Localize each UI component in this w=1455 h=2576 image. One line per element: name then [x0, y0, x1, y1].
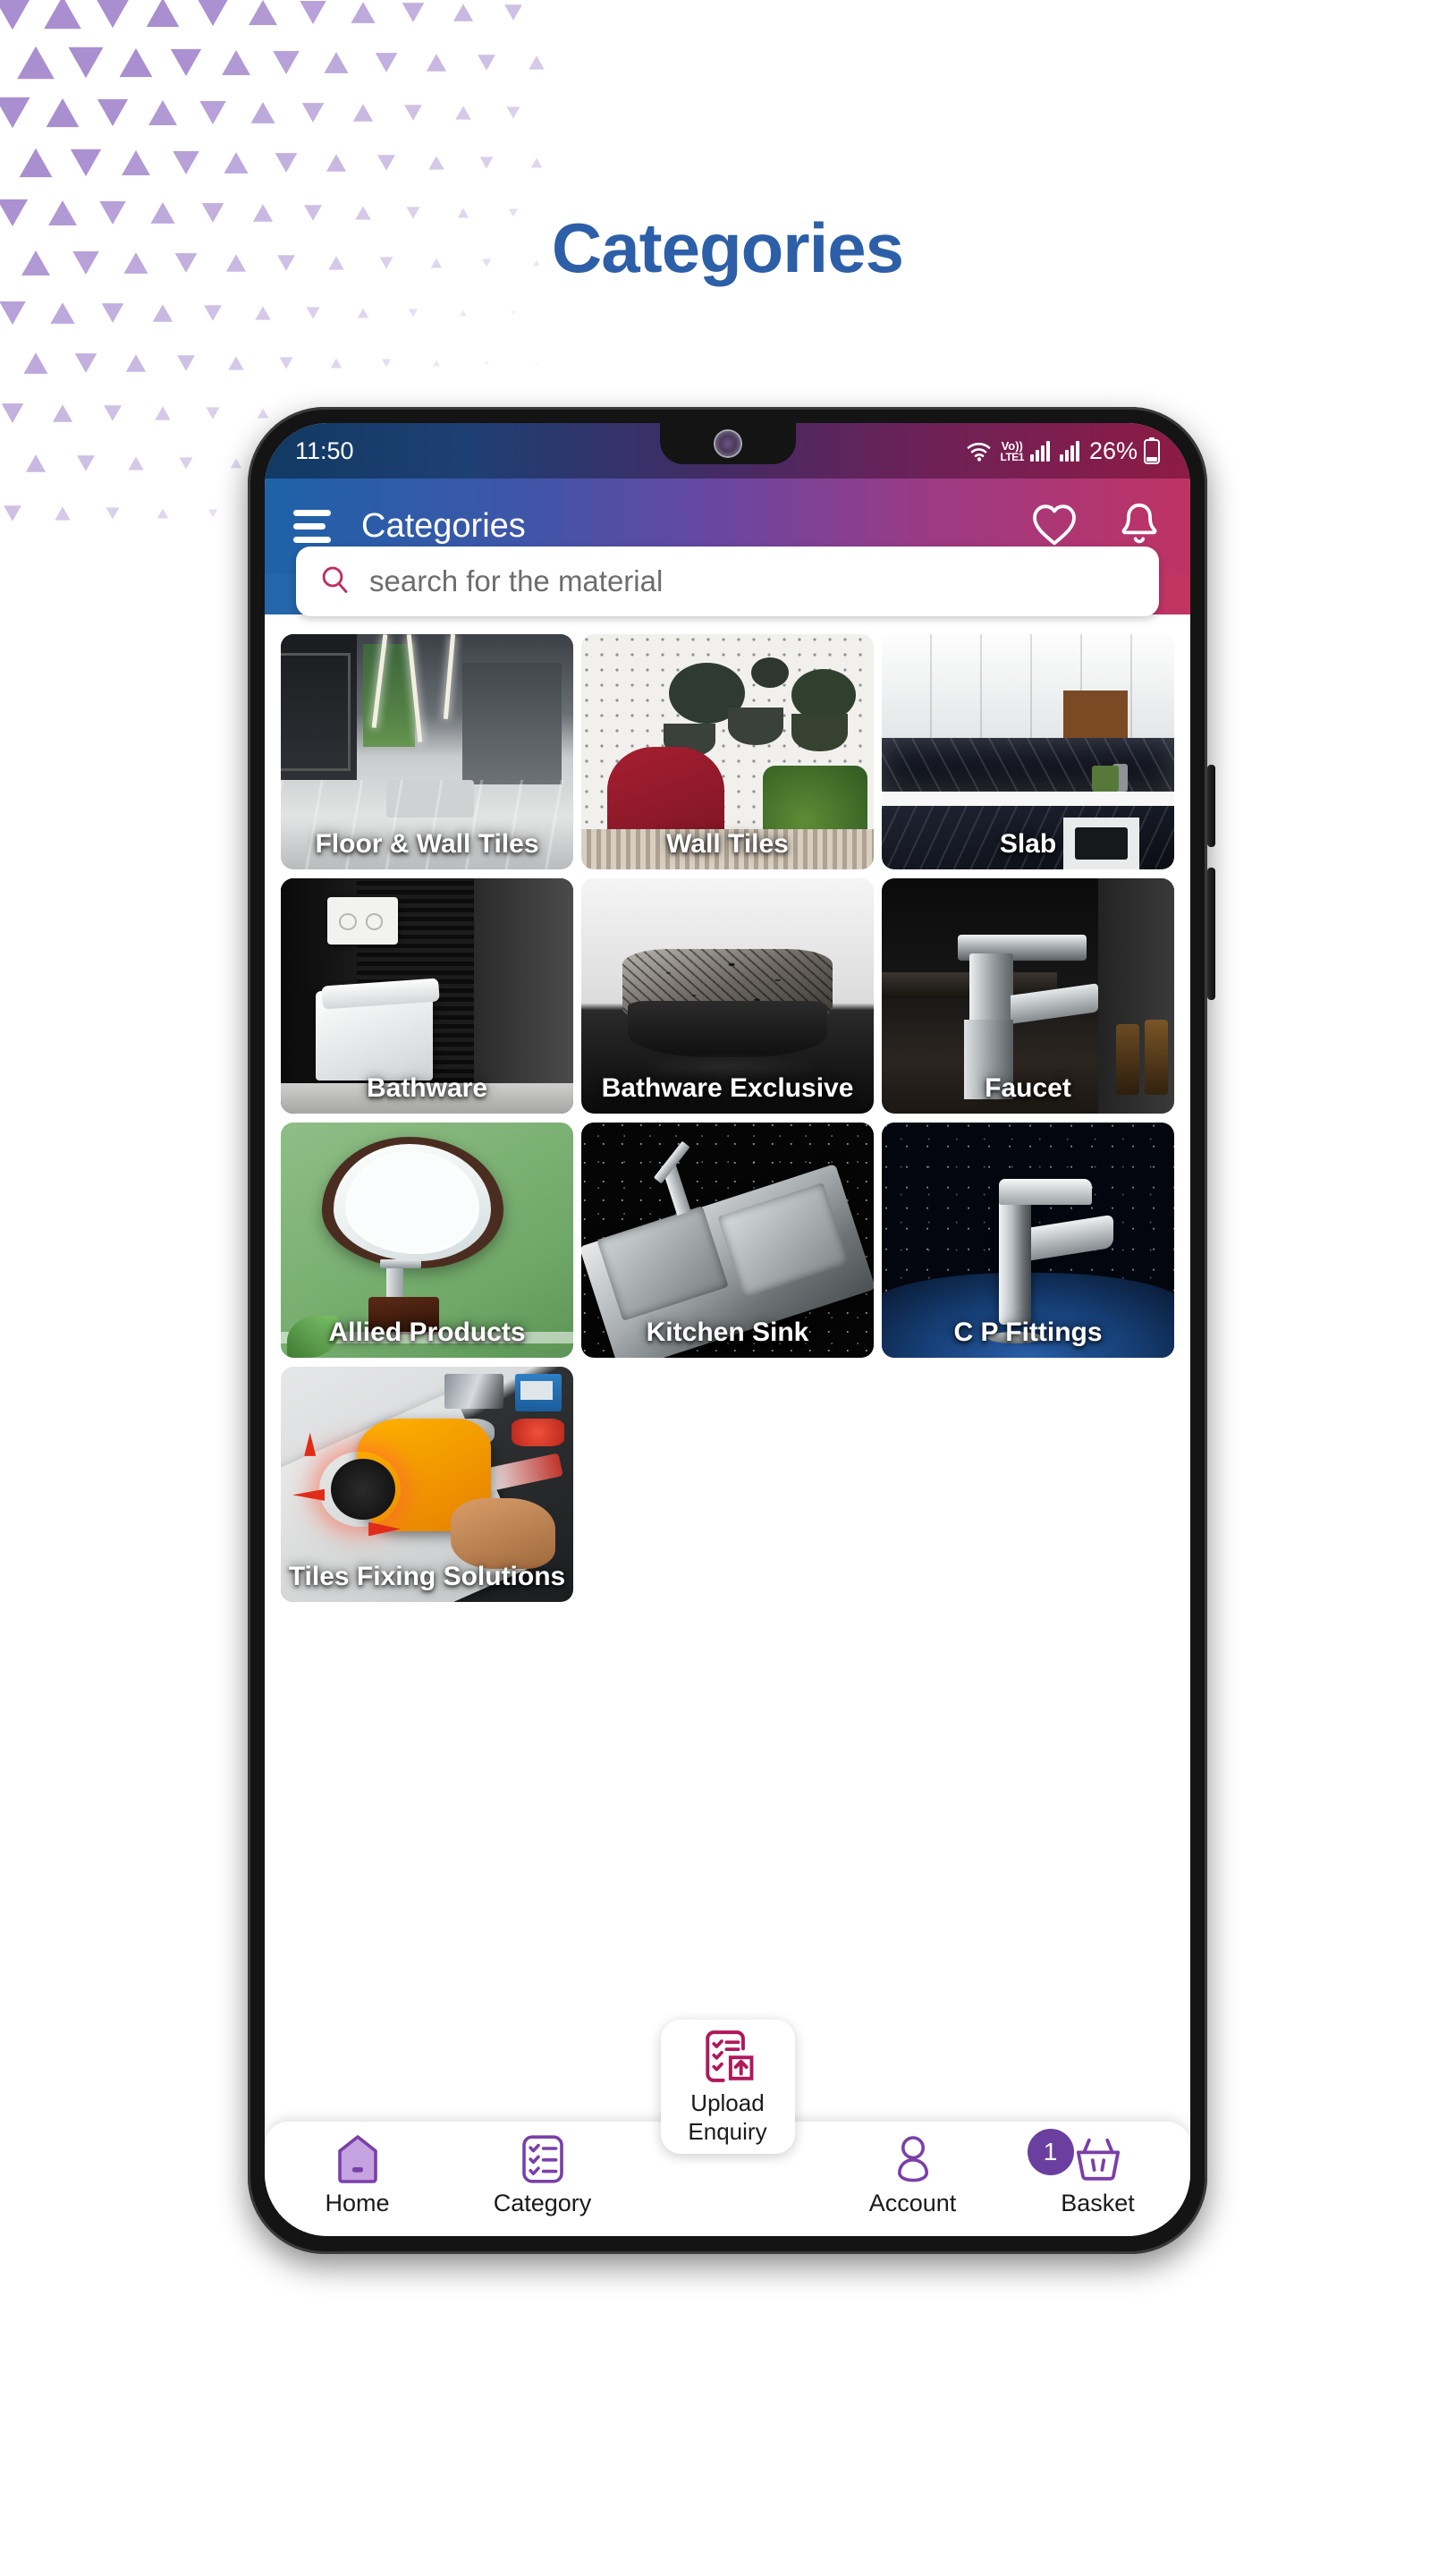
- status-bar-icons: Vo)) LTE1 26%: [966, 436, 1160, 465]
- battery-icon: [1144, 437, 1160, 464]
- hamburger-menu-icon[interactable]: [293, 509, 331, 543]
- category-tile-label: Floor & Wall Tiles: [315, 828, 539, 859]
- nav-label-account: Account: [868, 2190, 957, 2216]
- wifi-icon: [966, 439, 994, 462]
- category-tile-label: Tiles Fixing Solutions: [288, 1561, 566, 1591]
- category-tile[interactable]: Bathware: [281, 878, 573, 1114]
- nav-label-category: Category: [493, 2190, 592, 2216]
- search-bar-region: search for the material: [265, 547, 1190, 616]
- category-tile-label: Slab: [999, 828, 1057, 859]
- category-tile[interactable]: Tiles Fixing Solutions: [281, 1367, 573, 1602]
- phone-notch: [659, 423, 796, 464]
- category-tile[interactable]: Wall Tiles: [581, 634, 874, 869]
- upload-enquiry-label-line1: Upload: [690, 2089, 765, 2117]
- front-camera-icon: [715, 431, 740, 456]
- phone-power-button: [1207, 765, 1215, 847]
- checklist-icon: [520, 2134, 565, 2184]
- status-bar: 11:50 Vo)) LTE1 26%: [265, 423, 1190, 479]
- category-tile[interactable]: Slab: [882, 634, 1174, 869]
- category-tile-label: C P Fittings: [953, 1317, 1103, 1347]
- search-icon: [319, 564, 351, 600]
- home-icon: [334, 2134, 381, 2184]
- upload-enquiry-button[interactable]: Upload Enquiry: [660, 2020, 795, 2154]
- signal-bars-icon: [1059, 440, 1083, 462]
- category-tile-label: Kitchen Sink: [646, 1317, 809, 1347]
- category-grid: Floor & Wall Tiles Wall Tiles Slab Bathw…: [265, 614, 1190, 1602]
- phone-screen: 11:50 Vo)) LTE1 26% Categories search fo…: [265, 423, 1190, 2236]
- phone-mockup-frame: 11:50 Vo)) LTE1 26% Categories search fo…: [248, 407, 1215, 2254]
- upload-enquiry-label-line2: Enquiry: [688, 2117, 767, 2145]
- category-tile-label: Wall Tiles: [666, 828, 789, 859]
- nav-label-basket: Basket: [1061, 2190, 1135, 2216]
- nav-item-category[interactable]: Category: [467, 2134, 619, 2217]
- category-tile[interactable]: Floor & Wall Tiles: [281, 634, 573, 869]
- person-icon: [892, 2134, 935, 2184]
- category-tile[interactable]: Faucet: [882, 878, 1174, 1114]
- basket-badge: 1: [1027, 2129, 1074, 2175]
- search-input[interactable]: search for the material: [296, 547, 1159, 616]
- nav-item-basket[interactable]: 1 Basket: [1022, 2129, 1174, 2217]
- bottom-navigation-bar: Home Category Account 1 Basket Upload En…: [265, 2020, 1190, 2236]
- nav-item-account[interactable]: Account: [837, 2134, 989, 2217]
- volte-icon: Vo)) LTE1: [1000, 438, 1025, 463]
- phone-volume-button: [1207, 868, 1215, 1000]
- category-tile-label: Bathware: [366, 1072, 488, 1103]
- category-tile[interactable]: Allied Products: [281, 1123, 573, 1358]
- battery-percent-label: 26%: [1088, 436, 1138, 464]
- upload-enquiry-icon: [700, 2029, 756, 2089]
- category-tile-label: Allied Products: [328, 1317, 526, 1347]
- signal-bars-icon: [1029, 440, 1053, 462]
- status-bar-time: 11:50: [295, 436, 354, 464]
- category-tile-label: Faucet: [985, 1072, 1071, 1103]
- app-header-actions: [1031, 501, 1162, 552]
- heart-icon[interactable]: [1031, 502, 1078, 551]
- bell-icon[interactable]: [1117, 501, 1162, 552]
- basket-icon: [1074, 2134, 1122, 2184]
- app-title: Categories: [361, 506, 526, 545]
- search-placeholder-text: search for the material: [369, 564, 664, 597]
- category-tile[interactable]: Kitchen Sink: [581, 1123, 874, 1358]
- category-tile[interactable]: C P Fittings: [882, 1123, 1174, 1358]
- page-title: Categories: [551, 208, 904, 287]
- category-tile[interactable]: Bathware Exclusive: [581, 878, 874, 1114]
- nav-item-home[interactable]: Home: [282, 2134, 434, 2217]
- nav-label-home: Home: [325, 2190, 390, 2216]
- category-tile-label: Bathware Exclusive: [601, 1072, 854, 1103]
